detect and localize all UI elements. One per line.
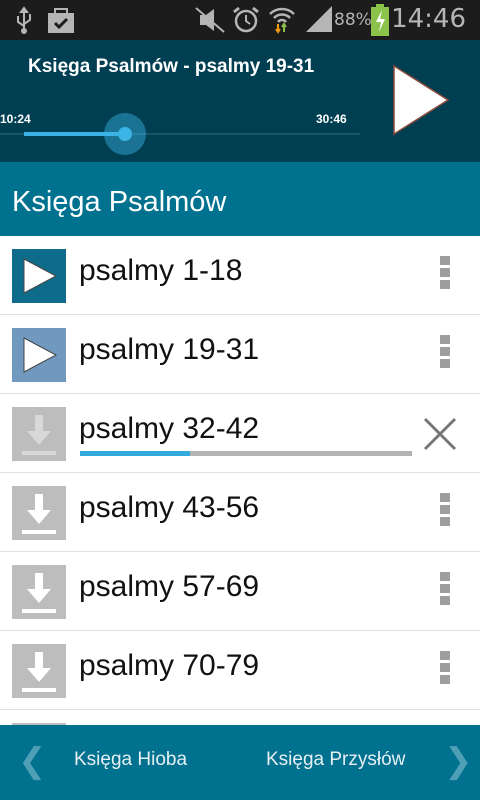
list-item[interactable]: psalmy 32-42 [0, 394, 480, 473]
overflow-menu-icon[interactable] [438, 572, 452, 612]
list-item[interactable]: psalmy 43-56 [0, 473, 480, 552]
bottom-navigation: ❮ Księga Hioba Księga Przysłów ❯ [0, 725, 480, 800]
mute-icon [195, 7, 225, 33]
item-label: psalmy 43-56 [79, 491, 260, 524]
play-icon[interactable] [392, 64, 452, 136]
list-item[interactable]: psalmy 57-69 [0, 552, 480, 631]
play-icon[interactable] [12, 328, 66, 382]
chevron-right-icon[interactable]: ❯ [444, 741, 473, 781]
overflow-menu-icon[interactable] [438, 335, 452, 375]
list-item[interactable]: psalmy 1-18 [0, 236, 480, 315]
download-icon[interactable] [12, 644, 66, 698]
battery-charging-icon [371, 4, 389, 36]
close-icon[interactable] [422, 416, 458, 452]
seek-thumb[interactable] [103, 113, 146, 155]
download-progress [80, 451, 412, 456]
alarm-icon [233, 6, 259, 33]
overflow-menu-icon[interactable] [438, 493, 452, 533]
item-label: psalmy 1-18 [79, 254, 243, 287]
next-book-button[interactable]: Księga Przysłów [266, 749, 405, 771]
item-label: psalmy 70-79 [79, 649, 260, 682]
play-icon[interactable] [12, 249, 66, 303]
wifi-icon [269, 7, 295, 34]
download-icon[interactable] [12, 486, 66, 540]
total-time: 30:46 [316, 112, 347, 126]
now-playing-panel: Księga Psalmów - psalmy 19-31 10:24 30:4… [0, 40, 480, 162]
shopping-bag-check-icon [48, 8, 74, 33]
list-item[interactable]: psalmy 70-79 [0, 631, 480, 710]
prev-book-button[interactable]: Księga Hioba [74, 749, 187, 771]
clock: 14:46 [391, 4, 466, 34]
item-label: psalmy 32-42 [79, 412, 260, 445]
page-title: Księga Psalmów [0, 162, 480, 236]
item-label: psalmy 57-69 [79, 570, 260, 603]
status-bar: 88% 14:46 [0, 0, 480, 40]
now-playing-title: Księga Psalmów - psalmy 19-31 [28, 56, 315, 77]
download-icon[interactable] [12, 565, 66, 619]
overflow-menu-icon[interactable] [438, 651, 452, 691]
usb-icon [17, 6, 31, 34]
episode-list: psalmy 1-18 psalmy 19-31 psalmy 32-42 psal… [0, 236, 480, 725]
overflow-menu-icon[interactable] [438, 256, 452, 296]
chevron-left-icon[interactable]: ❮ [18, 741, 47, 781]
list-item[interactable] [0, 710, 480, 725]
current-time: 10:24 [0, 112, 31, 126]
signal-icon [306, 6, 332, 32]
list-item[interactable]: psalmy 19-31 [0, 315, 480, 394]
item-label: psalmy 19-31 [79, 333, 260, 366]
battery-percent: 88% [334, 10, 372, 30]
download-icon[interactable] [12, 407, 66, 461]
